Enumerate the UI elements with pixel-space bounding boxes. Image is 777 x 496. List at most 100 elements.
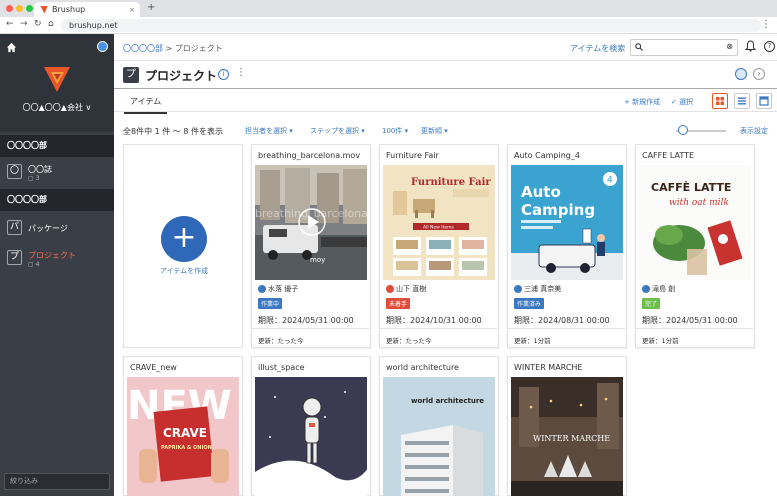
chevron-right-icon[interactable]: › [753, 68, 765, 80]
furniture-thumbnail[interactable]: Furniture Fair All New Items [383, 165, 495, 280]
card-title: breathing_barcelona.mov [258, 151, 361, 160]
crave-package-text: CRAVE [163, 426, 207, 440]
item-card[interactable]: Furniture Fair Furniture Fair All New It… [379, 144, 499, 348]
item-card[interactable]: world architecture world architecture [379, 356, 499, 496]
project-title-row: プ プロジェクト i ⋮ › [114, 61, 777, 89]
display-settings-link[interactable]: 表示設定 [740, 126, 768, 136]
maximize-window-icon[interactable] [26, 5, 33, 12]
camping-title-line2: Camping [521, 201, 595, 219]
item-card[interactable]: Auto Camping_4 Auto Camping 4 三浦 真奈美 作業済… [507, 144, 627, 348]
sidebar-item-project[interactable]: プ プロジェクト ▢ 4 [0, 243, 114, 273]
main-content: 〇〇〇〇部 > プロジェクト アイテムを検索 ⊗ ? プ プロジェクト i ⋮ … [114, 34, 777, 496]
home-icon[interactable] [6, 42, 17, 53]
tabs-divider [114, 111, 777, 112]
browser-tab-bar: Brushup × + [0, 0, 777, 17]
furniture-title: Furniture Fair [411, 177, 491, 188]
back-arrow-icon[interactable]: ← [6, 19, 14, 29]
sidebar-filter-input[interactable]: 絞り込み [4, 473, 110, 490]
search-input[interactable]: ⊗ [630, 39, 738, 56]
winter-thumbnail[interactable]: WINTER MARCHE [511, 377, 623, 496]
tab-close-icon[interactable]: × [129, 6, 135, 14]
sort-dropdown[interactable]: 更新順 ▾ [421, 126, 448, 136]
close-window-icon[interactable] [6, 5, 13, 12]
member-user-icon[interactable] [735, 68, 747, 80]
status-badge: 完了 [642, 298, 661, 309]
user-icon[interactable] [97, 41, 108, 52]
assignee-dropdown[interactable]: 担当者を選択 ▾ [245, 126, 293, 136]
sidebar-item-magazine[interactable]: 〇 〇〇誌 ▢ 3 [0, 157, 114, 187]
item-card[interactable]: CRAVE_new NEW CRAVE PAPRIKA & ONION [123, 356, 243, 496]
home-browser-icon[interactable]: ⌂ [48, 19, 54, 29]
card-divider [508, 328, 626, 329]
camping-thumbnail[interactable]: Auto Camping 4 [511, 165, 623, 280]
card-divider [252, 328, 370, 329]
clear-search-icon[interactable]: ⊗ [726, 42, 733, 51]
table-view-icon[interactable] [756, 93, 772, 109]
sidebar-header: 〇〇▲〇〇▲会社 ∨ [0, 34, 114, 132]
brushup-favicon-icon [40, 5, 48, 14]
minimize-window-icon[interactable] [16, 5, 23, 12]
winter-title: WINTER MARCHE [533, 434, 610, 443]
sidebar-section-dept-2[interactable]: 〇〇〇〇部 [0, 189, 114, 211]
company-selector[interactable]: 〇〇▲〇〇▲会社 ∨ [0, 102, 114, 113]
step-dropdown[interactable]: ステップを選択 ▾ [310, 126, 365, 136]
select-button[interactable]: ✓ 選択 [671, 97, 693, 107]
more-options-icon[interactable]: ⋮ [236, 67, 246, 78]
sidebar-item-label: 〇〇誌 [28, 165, 52, 174]
bell-icon[interactable] [744, 40, 757, 55]
card-title: CRAVE_new [130, 363, 177, 372]
space-thumbnail[interactable] [255, 377, 367, 496]
url-field[interactable]: brushup.net [61, 19, 761, 32]
help-icon[interactable]: ? [764, 41, 775, 52]
card-title: illust_space [258, 363, 305, 372]
sidebar-item-count: ▢ 4 [28, 261, 40, 268]
grid-view-icon[interactable] [712, 93, 728, 109]
sidebar: 〇〇▲〇〇▲会社 ∨ 〇〇〇〇部 〇 〇〇誌 ▢ 3 〇〇〇〇部 パ パッケージ… [0, 34, 114, 496]
forward-arrow-icon[interactable]: → [20, 19, 28, 29]
architecture-thumbnail[interactable]: world architecture [383, 377, 495, 496]
slider-handle[interactable] [678, 125, 688, 135]
item-card[interactable]: WINTER MARCHE WINTER MARCHE [507, 356, 627, 496]
item-card[interactable]: illust_space [251, 356, 371, 496]
sidebar-section-dept-1[interactable]: 〇〇〇〇部 [0, 135, 114, 157]
create-item-card[interactable]: + アイテムを作成 [123, 144, 243, 348]
video-thumbnail[interactable]: breathing_barcelona moy [255, 165, 367, 280]
browser-tab[interactable]: Brushup × [34, 2, 140, 17]
breadcrumb: 〇〇〇〇部 > プロジェクト [123, 43, 223, 54]
list-view-icon[interactable] [734, 93, 750, 109]
search-icon [635, 43, 643, 53]
card-due-date: 期限：2024/05/31 00:00 [258, 316, 354, 325]
create-item-label[interactable]: アイテムを作成 [124, 266, 244, 276]
per-page-dropdown[interactable]: 100件 ▾ [382, 126, 408, 136]
card-assignee: 三浦 真奈美 [514, 284, 561, 294]
brushup-logo-icon [44, 67, 70, 92]
latte-title: CAFFÈ LATTE [651, 181, 731, 194]
status-badge: 作業済み [514, 298, 545, 309]
avatar [642, 285, 650, 293]
breadcrumb-current: プロジェクト [174, 44, 223, 53]
status-badge: 未着手 [386, 298, 411, 309]
new-tab-button[interactable]: + [147, 2, 155, 13]
address-bar-row: ← → ↻ ⌂ brushup.net ⋮ [0, 17, 777, 34]
breadcrumb-link[interactable]: 〇〇〇〇部 [123, 44, 163, 53]
latte-thumbnail[interactable]: CAFFÈ LATTE with oat milk [639, 165, 751, 280]
card-assignee: 滝島 創 [642, 284, 675, 294]
info-icon[interactable]: i [218, 69, 229, 80]
card-title: CAFFE LATTE [642, 151, 695, 160]
item-card[interactable]: CAFFE LATTE CAFFÈ LATTE with oat milk 滝島… [635, 144, 755, 348]
reload-icon[interactable]: ↻ [34, 19, 42, 29]
crave-thumbnail[interactable]: NEW CRAVE PAPRIKA & ONION [127, 377, 239, 496]
sidebar-item-package[interactable]: パ パッケージ [0, 213, 114, 243]
item-card[interactable]: breathing_barcelona.mov breathing_barcel… [251, 144, 371, 348]
avatar [386, 285, 394, 293]
new-item-button[interactable]: + 新規作成 [624, 97, 660, 107]
plus-icon[interactable]: + [161, 216, 207, 262]
card-due-date: 期限：2024/05/31 00:00 [642, 316, 738, 325]
latte-subtitle: with oat milk [669, 198, 729, 208]
furniture-subtitle: All New Items [423, 225, 454, 231]
card-due-date: 期限：2024/10/31 00:00 [386, 316, 482, 325]
result-count: 全8件中 1 件 〜 8 件を表示 [123, 127, 223, 136]
item-badge: 〇 [7, 164, 22, 179]
sidebar-item-label: パッケージ [28, 224, 68, 233]
browser-menu-icon[interactable]: ⋮ [761, 19, 771, 30]
